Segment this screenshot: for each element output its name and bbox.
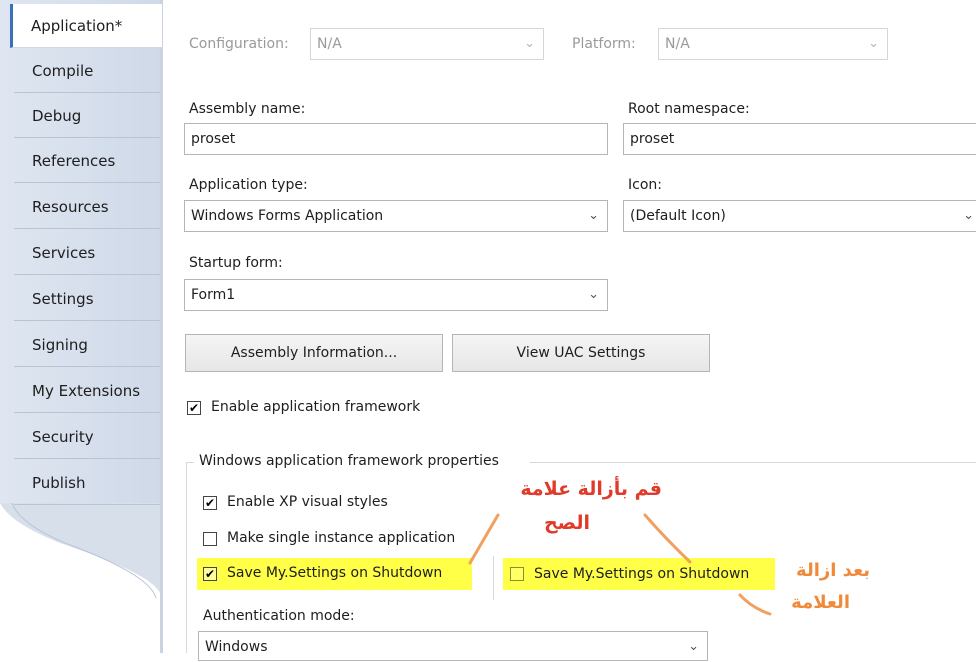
annotation-remove-check: قم بأزالة علامة [520,478,662,500]
annotation-after-remove-2: العلامة [791,592,850,613]
annotation-remove-check-2: الصح [543,512,590,534]
annotation-arrows [468,513,772,616]
annotation-after-remove: بعد ازالة [796,560,870,581]
